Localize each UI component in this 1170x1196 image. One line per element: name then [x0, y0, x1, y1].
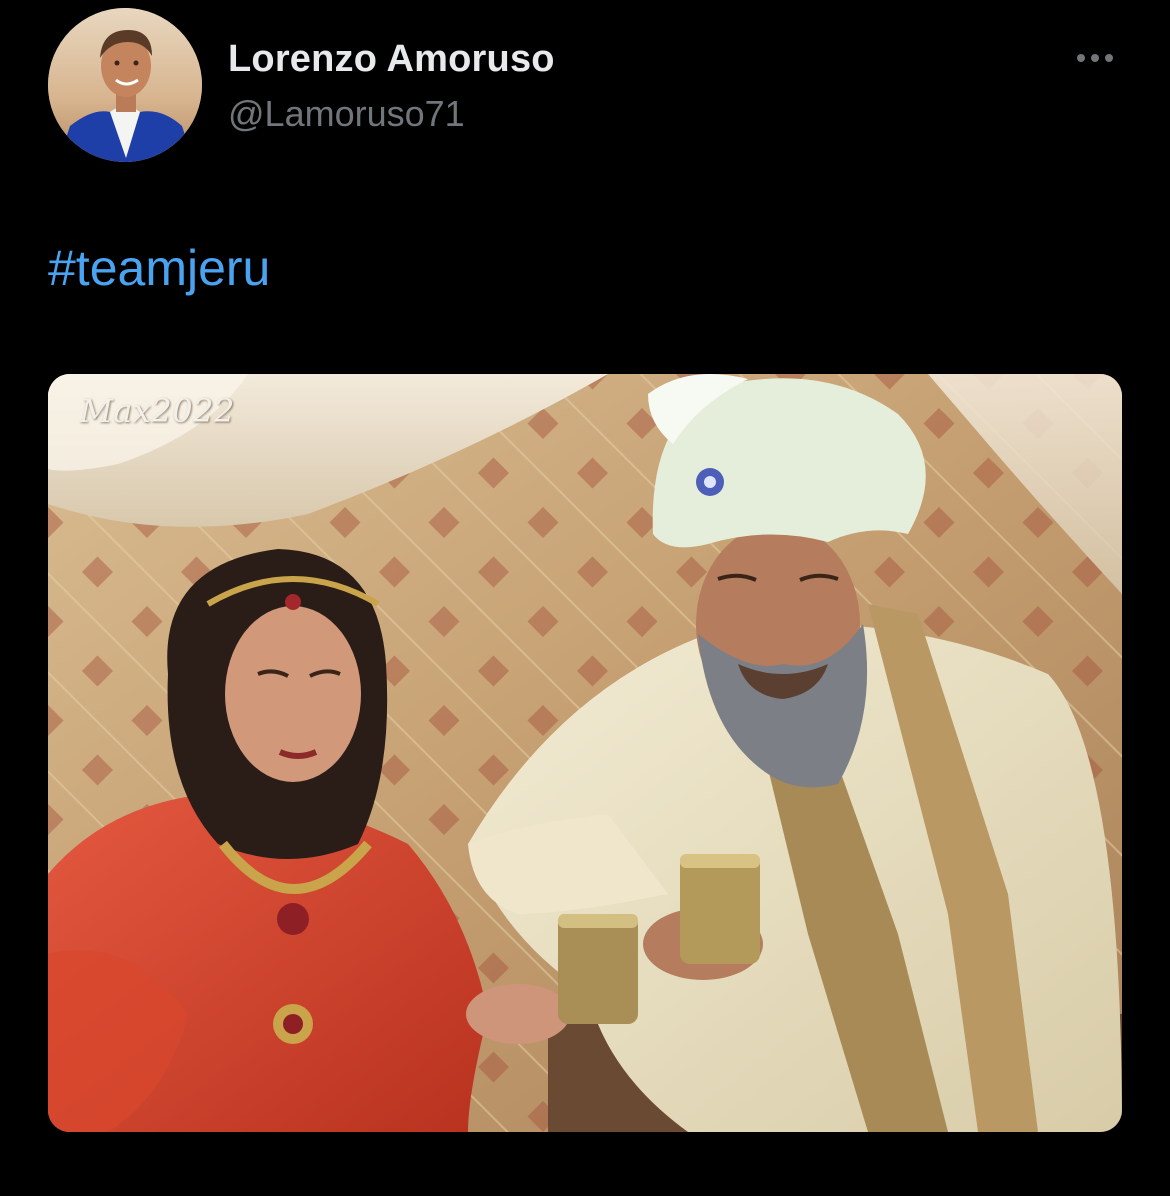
author-display-name[interactable]: Lorenzo Amoruso — [228, 36, 555, 82]
more-options-button[interactable] — [1070, 40, 1120, 76]
author-handle[interactable]: @Lamoruso71 — [228, 92, 465, 136]
avatar-photo-icon — [48, 8, 202, 162]
tweet-media-photo[interactable]: Max2022 — [48, 374, 1122, 1132]
photo-image — [48, 374, 1122, 1132]
tweet-container: Lorenzo Amoruso @Lamoruso71 #teamjeru Ma… — [0, 0, 1170, 1196]
more-horizontal-icon — [1077, 54, 1085, 62]
more-horizontal-icon-dot — [1105, 54, 1113, 62]
tweet-text: #teamjeru — [48, 238, 270, 298]
hashtag-link[interactable]: #teamjeru — [48, 240, 270, 296]
author-avatar[interactable] — [48, 8, 202, 162]
more-horizontal-icon-dot — [1091, 54, 1099, 62]
media-watermark: Max2022 — [80, 392, 235, 430]
